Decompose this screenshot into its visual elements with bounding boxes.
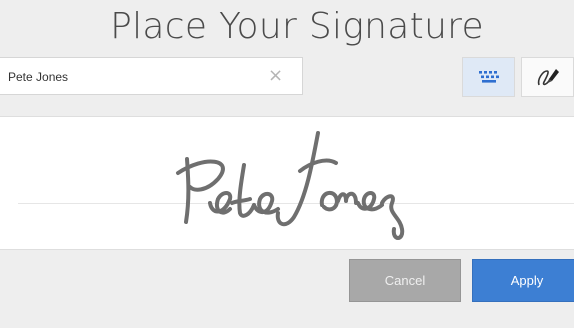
cancel-button[interactable]: Cancel xyxy=(349,259,461,302)
signature-name-field[interactable]: × xyxy=(0,57,303,95)
pen-icon xyxy=(537,69,559,86)
keyboard-icon xyxy=(478,71,499,83)
signature-drawing xyxy=(176,131,405,240)
apply-button[interactable]: Apply xyxy=(472,259,574,302)
type-mode-button[interactable] xyxy=(462,57,515,97)
signature-name-input[interactable] xyxy=(8,67,258,87)
signature-canvas[interactable] xyxy=(0,116,574,250)
draw-mode-button[interactable] xyxy=(521,57,574,97)
clear-icon[interactable]: × xyxy=(268,65,283,86)
dialog-title: Place Your Signature xyxy=(110,6,484,47)
